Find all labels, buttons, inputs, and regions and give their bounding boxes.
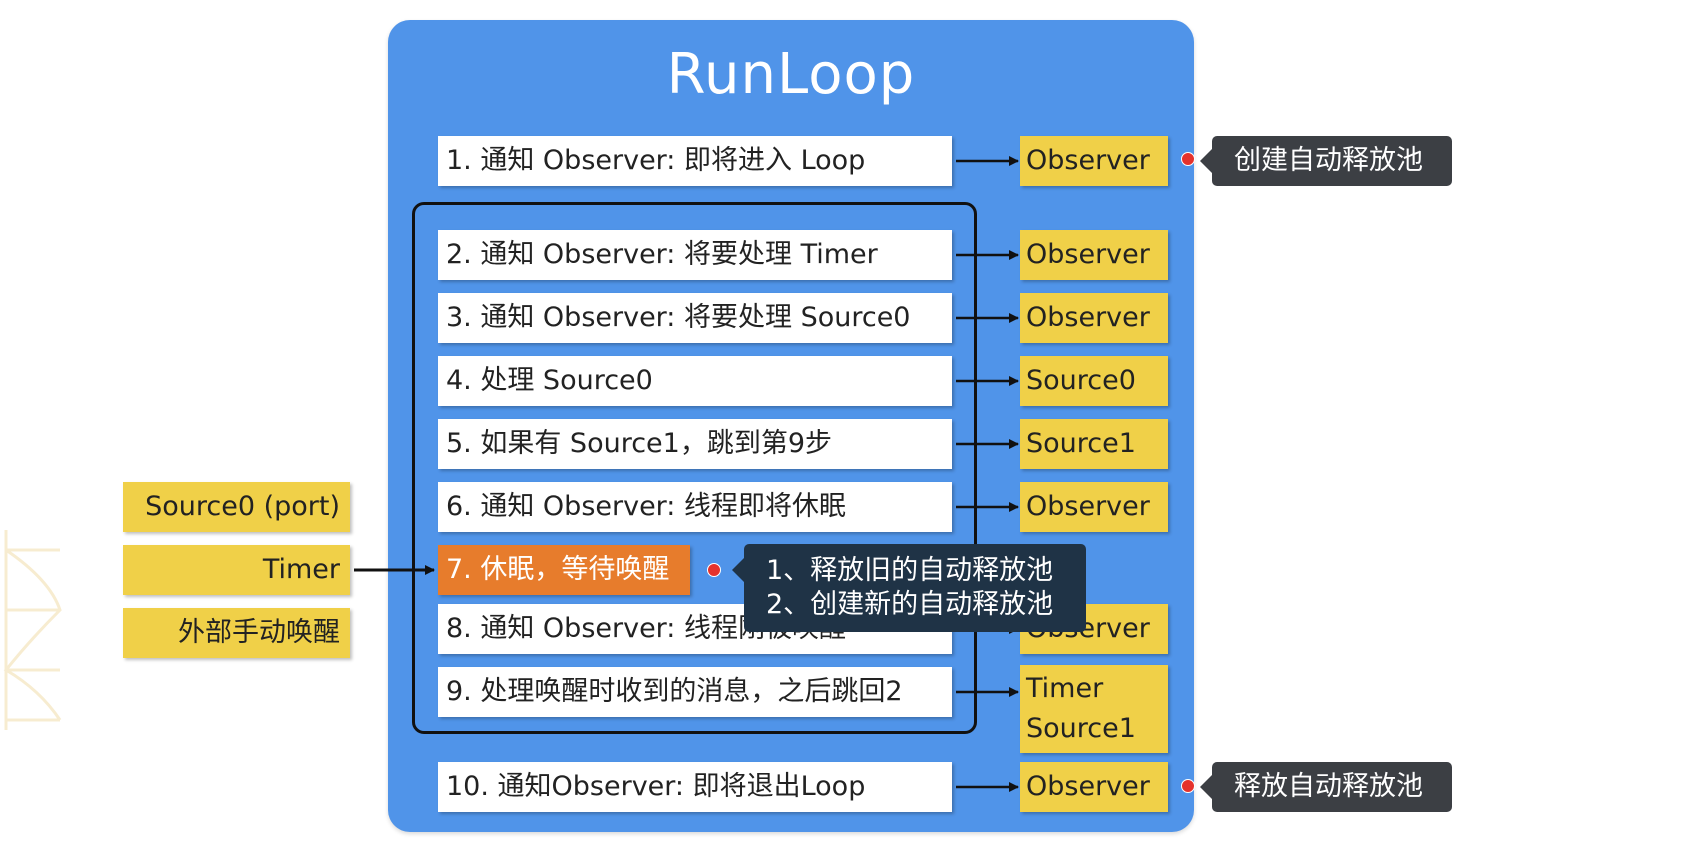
callout-release-autorelease-pool: 释放自动释放池 xyxy=(1200,762,1452,812)
dot-sleep xyxy=(707,563,721,577)
callout-sleep-autorelease: 1、释放旧的自动释放池 2、创建新的自动释放池 xyxy=(732,544,1086,632)
arrows-layer xyxy=(354,156,1019,792)
callout-sleep-line-1: 1、释放旧的自动释放池 xyxy=(766,555,1054,586)
callout-sleep-line-2: 2、创建新的自动释放池 xyxy=(766,589,1054,620)
dot-exit xyxy=(1181,779,1195,793)
dot-enter xyxy=(1181,152,1195,166)
callout-create-autorelease-pool: 创建自动释放池 xyxy=(1200,136,1452,186)
